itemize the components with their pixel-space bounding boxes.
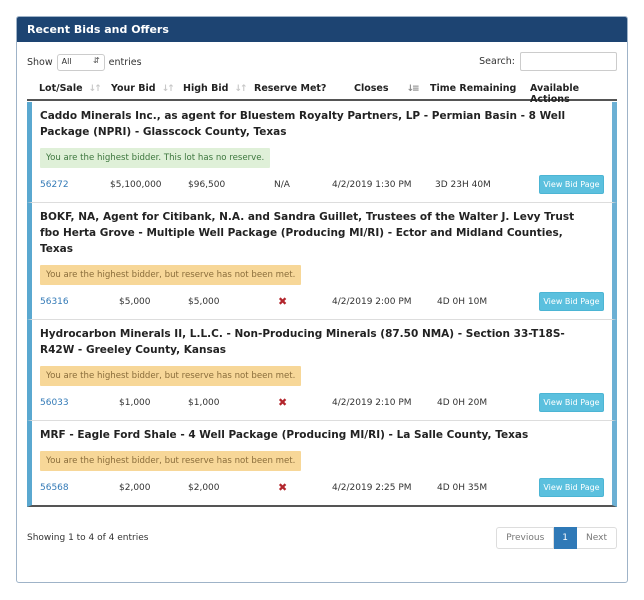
- time-remaining-value: 4D 0H 10M: [437, 297, 488, 307]
- column-label: Reserve Met?: [254, 83, 327, 94]
- lot-number-link[interactable]: 56033: [40, 398, 69, 408]
- view-bid-page-button[interactable]: View Bid Page: [539, 393, 604, 412]
- x-mark-icon: ✖: [278, 295, 288, 308]
- search-label: Search:: [479, 56, 515, 67]
- column-label: Time Remaining: [430, 83, 517, 94]
- table-info: Showing 1 to 4 of 4 entries: [27, 533, 149, 543]
- view-bid-page-button[interactable]: View Bid Page: [539, 292, 604, 311]
- row-values: 56568 $2,000 $2,000 ✖ 4/2/2019 2:25 PM 4…: [32, 471, 612, 505]
- entries-label: entries: [108, 57, 142, 68]
- table-row: Caddo Minerals Inc., as agent for Bluest…: [27, 102, 617, 203]
- high-bid-value: $2,000: [188, 483, 220, 493]
- table-row: MRF - Eagle Ford Shale - 4 Well Package …: [27, 421, 617, 507]
- high-bid-value: $1,000: [188, 398, 220, 408]
- row-values: 56272 $5,100,000 $96,500 N/A 4/2/2019 1:…: [32, 168, 612, 202]
- lot-number-link[interactable]: 56272: [40, 180, 69, 190]
- lot-number-link[interactable]: 56316: [40, 297, 69, 307]
- your-bid-value: $5,000: [119, 297, 151, 307]
- lot-title: MRF - Eagle Ford Shale - 4 Well Package …: [40, 429, 529, 441]
- table-row: BOKF, NA, Agent for Citibank, N.A. and S…: [27, 203, 617, 320]
- time-remaining-value: 4D 0H 35M: [437, 483, 488, 493]
- column-header-closes[interactable]: Closes ↓≡: [354, 83, 420, 94]
- row-values: 56033 $1,000 $1,000 ✖ 4/2/2019 2:10 PM 4…: [32, 386, 612, 420]
- lot-title: BOKF, NA, Agent for Citibank, N.A. and S…: [40, 211, 575, 255]
- entries-length-control: Show All ⇵ entries: [27, 54, 142, 71]
- table-header: Lot/Sale ↓↑ Your Bid ↓↑ High Bid ↓↑ Rese…: [27, 77, 617, 105]
- lot-title: Hydrocarbon Minerals II, L.L.C. - Non-Pr…: [40, 328, 565, 356]
- next-page-button[interactable]: Next: [577, 527, 617, 549]
- entries-length-value: All: [61, 57, 72, 66]
- table-toolbar: Show All ⇵ entries Search:: [27, 52, 617, 72]
- status-alert: You are the highest bidder, but reserve …: [40, 366, 302, 386]
- status-alert: You are the highest bidder, but reserve …: [40, 451, 302, 471]
- column-header-high-bid[interactable]: High Bid ↓↑: [183, 83, 248, 94]
- table-row: Hydrocarbon Minerals II, L.L.C. - Non-Pr…: [27, 320, 617, 421]
- reserve-met-value: N/A: [274, 180, 290, 190]
- lot-number-link[interactable]: 56568: [40, 483, 69, 493]
- x-mark-icon: ✖: [278, 481, 288, 494]
- search-input[interactable]: [520, 52, 617, 71]
- previous-page-button[interactable]: Previous: [496, 527, 555, 549]
- column-header-time-remaining: Time Remaining: [430, 83, 516, 94]
- high-bid-value: $96,500: [188, 180, 226, 190]
- status-alert: You are the highest bidder, but reserve …: [40, 265, 302, 285]
- column-header-lot-sale[interactable]: Lot/Sale ↓↑: [39, 83, 102, 94]
- closes-value: 4/2/2019 2:25 PM: [332, 483, 412, 493]
- show-label: Show: [27, 57, 53, 68]
- view-bid-page-button[interactable]: View Bid Page: [539, 478, 604, 497]
- recent-bids-panel: Recent Bids and Offers Show All ⇵ entrie…: [16, 16, 628, 583]
- updown-arrow-icon: ⇵: [92, 56, 100, 65]
- closes-value: 4/2/2019 1:30 PM: [332, 180, 412, 190]
- x-mark-icon: ✖: [278, 396, 288, 409]
- entries-length-select[interactable]: All ⇵: [56, 54, 105, 71]
- column-header-your-bid[interactable]: Your Bid ↓↑: [111, 83, 175, 94]
- sort-asc-icon: ↓≡: [406, 83, 420, 94]
- column-label: Closes: [354, 83, 389, 94]
- closes-value: 4/2/2019 2:00 PM: [332, 297, 412, 307]
- sort-icon: ↓↑: [161, 83, 175, 94]
- column-label: Lot/Sale: [39, 83, 83, 94]
- panel-title: Recent Bids and Offers: [17, 17, 627, 42]
- lot-title: Caddo Minerals Inc., as agent for Bluest…: [40, 110, 566, 138]
- column-label: High Bid: [183, 83, 229, 94]
- closes-value: 4/2/2019 2:10 PM: [332, 398, 412, 408]
- column-label: Your Bid: [111, 83, 156, 94]
- column-header-reserve-met: Reserve Met?: [254, 83, 326, 94]
- your-bid-value: $2,000: [119, 483, 151, 493]
- time-remaining-value: 4D 0H 20M: [437, 398, 488, 408]
- high-bid-value: $5,000: [188, 297, 220, 307]
- bids-table-body: Caddo Minerals Inc., as agent for Bluest…: [27, 102, 617, 507]
- sort-icon: ↓↑: [234, 83, 247, 94]
- pagination: Previous 1 Next: [496, 527, 617, 549]
- view-bid-page-button[interactable]: View Bid Page: [539, 175, 604, 194]
- sort-icon: ↓↑: [88, 83, 102, 94]
- row-values: 56316 $5,000 $5,000 ✖ 4/2/2019 2:00 PM 4…: [32, 285, 612, 319]
- search-control: Search:: [479, 52, 617, 71]
- your-bid-value: $5,100,000: [110, 180, 162, 190]
- time-remaining-value: 3D 23H 40M: [435, 180, 491, 190]
- your-bid-value: $1,000: [119, 398, 151, 408]
- page-1-button[interactable]: 1: [554, 527, 578, 549]
- status-alert: You are the highest bidder. This lot has…: [40, 148, 271, 168]
